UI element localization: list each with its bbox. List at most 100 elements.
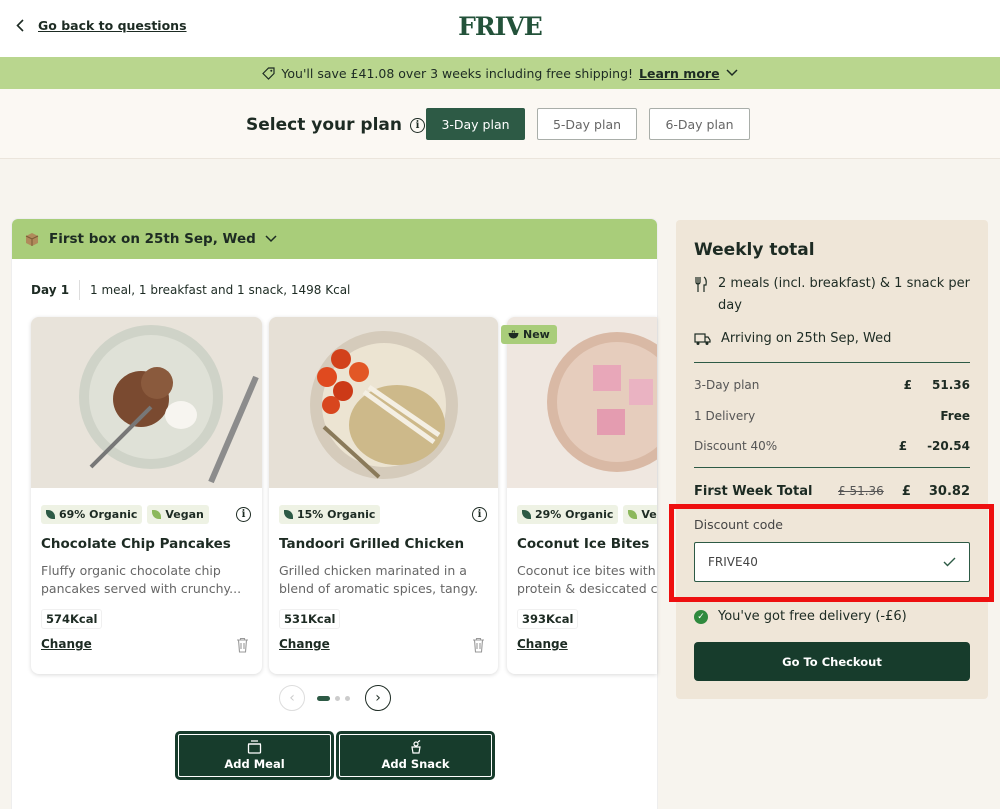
- meal-description: Fluffy organic chocolate chip pancakes se…: [41, 562, 241, 598]
- meal-title: Tandoori Grilled Chicken: [279, 536, 465, 552]
- meal-description: Coconut ice bites with fa protein & desic…: [517, 562, 657, 598]
- meal-desc-line: protein & desiccated co: [517, 581, 657, 596]
- price-line-delivery: 1 Delivery Free: [694, 409, 970, 423]
- arrival-info-text: Arriving on 25th Sep, Wed: [721, 331, 892, 346]
- meal-description: Grilled chicken marinated in a blend of a…: [279, 562, 479, 598]
- organic-tag: 69% Organic: [41, 505, 143, 524]
- price-line-discount: Discount 40% £ -20.54: [694, 439, 970, 453]
- plan-title-text: Select your plan: [246, 115, 402, 135]
- info-icon[interactable]: i: [410, 117, 425, 133]
- organic-tag-text: 69% Organic: [59, 508, 138, 521]
- change-link[interactable]: Change: [279, 637, 330, 651]
- free-delivery-notice: ✓ You've got free delivery (-£6): [694, 609, 907, 624]
- meal-title: Chocolate Chip Pancakes: [41, 536, 231, 552]
- trash-icon[interactable]: [472, 637, 485, 653]
- vegan-tag-text: Vegan: [165, 508, 204, 521]
- price-line-plan: 3-Day plan £51.36: [694, 378, 970, 392]
- leaf-icon: [152, 510, 162, 519]
- meal-kcal: 393Kcal: [517, 609, 579, 629]
- box-header[interactable]: First box on 25th Sep, Wed: [12, 219, 657, 259]
- organic-tag-text: 15% Organic: [297, 508, 376, 521]
- free-delivery-text: You've got free delivery (-£6): [718, 609, 907, 624]
- plan-option-3-day[interactable]: 3-Day plan: [426, 108, 525, 140]
- first-week-value: 30.82: [928, 484, 970, 499]
- organic-tag: 15% Organic: [279, 505, 381, 524]
- meal-desc-line: Fluffy organic chocolate chip: [41, 563, 221, 578]
- first-week-label: First Week Total: [694, 484, 813, 499]
- highlight-box: [669, 504, 994, 602]
- plan-option-5-day[interactable]: 5-Day plan: [537, 108, 637, 140]
- original-price: £ 51.36: [838, 484, 884, 498]
- divider: [694, 467, 970, 468]
- add-snack-label: Add Snack: [381, 757, 450, 771]
- meal-box-icon: [247, 740, 262, 754]
- leaf-icon: [46, 510, 55, 519]
- carousel-dot[interactable]: [335, 696, 340, 701]
- divider: [694, 362, 970, 363]
- carousel-dot[interactable]: [345, 696, 350, 701]
- meal-desc-line: Coconut ice bites with fa: [517, 563, 657, 578]
- meal-card[interactable]: 29% Organic Veg Coconut Ice Bites Coconu…: [507, 317, 657, 674]
- price-line-value: Free: [940, 409, 970, 423]
- meals-info: 2 meals (incl. breakfast) & 1 snack per …: [694, 273, 974, 317]
- vegan-tag: Veg: [623, 505, 657, 524]
- first-week-total: First Week Total £ 51.36 £ 30.82: [694, 484, 970, 499]
- meal-tags: 29% Organic Veg: [517, 505, 657, 524]
- meal-desc-line: Grilled chicken marinated in a: [279, 563, 467, 578]
- leaf-icon: [522, 510, 531, 519]
- change-link[interactable]: Change: [517, 637, 568, 651]
- change-link[interactable]: Change: [41, 637, 92, 651]
- carousel-dots: [317, 696, 350, 701]
- checkout-button[interactable]: Go To Checkout: [694, 642, 970, 681]
- meal-tags: 69% Organic Vegan: [41, 505, 209, 524]
- leaf-icon: [628, 510, 638, 519]
- promo-text: You'll save £41.08 over 3 weeks includin…: [281, 65, 634, 81]
- cutlery-icon: [695, 276, 707, 292]
- trash-icon[interactable]: [236, 637, 249, 653]
- bowl-icon: [508, 330, 519, 339]
- meals-info-text: 2 meals (incl. breakfast) & 1 snack per …: [718, 276, 970, 313]
- info-icon[interactable]: i: [236, 507, 251, 522]
- organic-tag-text: 29% Organic: [535, 508, 614, 521]
- tag-icon: [262, 66, 276, 80]
- divider: [79, 280, 81, 300]
- plan-title: Select your plan i: [246, 115, 425, 135]
- meal-image: [31, 317, 262, 488]
- currency-symbol: £: [903, 378, 913, 392]
- info-icon[interactable]: i: [472, 507, 487, 522]
- price-line-value: 51.36: [932, 378, 970, 392]
- price-line-label: 3-Day plan: [694, 378, 760, 392]
- snack-icon: [410, 740, 421, 754]
- carousel-prev-button[interactable]: ‹: [279, 685, 305, 711]
- meal-desc-line: blend of aromatic spices, tangy...: [279, 581, 479, 596]
- meal-kcal: 574Kcal: [41, 609, 103, 629]
- organic-tag: 29% Organic: [517, 505, 619, 524]
- currency-symbol: £: [901, 484, 911, 499]
- add-meal-label: Add Meal: [224, 757, 285, 771]
- learn-more-link[interactable]: Learn more: [639, 66, 720, 81]
- meal-card[interactable]: 15% Organic i Tandoori Grilled Chicken G…: [269, 317, 498, 674]
- day-summary: Day 1 1 meal, 1 breakfast and 1 snack, 1…: [31, 280, 350, 300]
- carousel-next-button[interactable]: ›: [365, 685, 391, 711]
- box-icon: [25, 233, 39, 246]
- promo-banner: You'll save £41.08 over 3 weeks includin…: [0, 57, 1000, 89]
- price-line-value: -20.54: [927, 439, 970, 453]
- chevron-down-icon: [265, 235, 277, 243]
- box-title: First box on 25th Sep, Wed: [49, 231, 256, 247]
- weekly-total-title: Weekly total: [694, 240, 815, 260]
- leaf-icon: [284, 510, 293, 519]
- arrival-info: Arriving on 25th Sep, Wed: [694, 328, 974, 350]
- add-meal-button[interactable]: Add Meal: [175, 731, 334, 780]
- add-snack-button[interactable]: Add Snack: [336, 731, 495, 780]
- currency-symbol: £: [898, 439, 908, 453]
- meal-image: [269, 317, 498, 488]
- new-badge-text: New: [523, 328, 550, 341]
- chevron-down-icon[interactable]: [726, 69, 738, 77]
- delivery-truck-icon: [694, 333, 711, 345]
- meal-title: Coconut Ice Bites: [517, 536, 650, 552]
- price-line-label: 1 Delivery: [694, 409, 756, 423]
- carousel-dot[interactable]: [317, 696, 330, 701]
- vegan-tag-text: Veg: [641, 508, 657, 521]
- plan-option-6-day[interactable]: 6-Day plan: [649, 108, 750, 140]
- meal-card[interactable]: 69% Organic Vegan i Chocolate Chip Panca…: [31, 317, 262, 674]
